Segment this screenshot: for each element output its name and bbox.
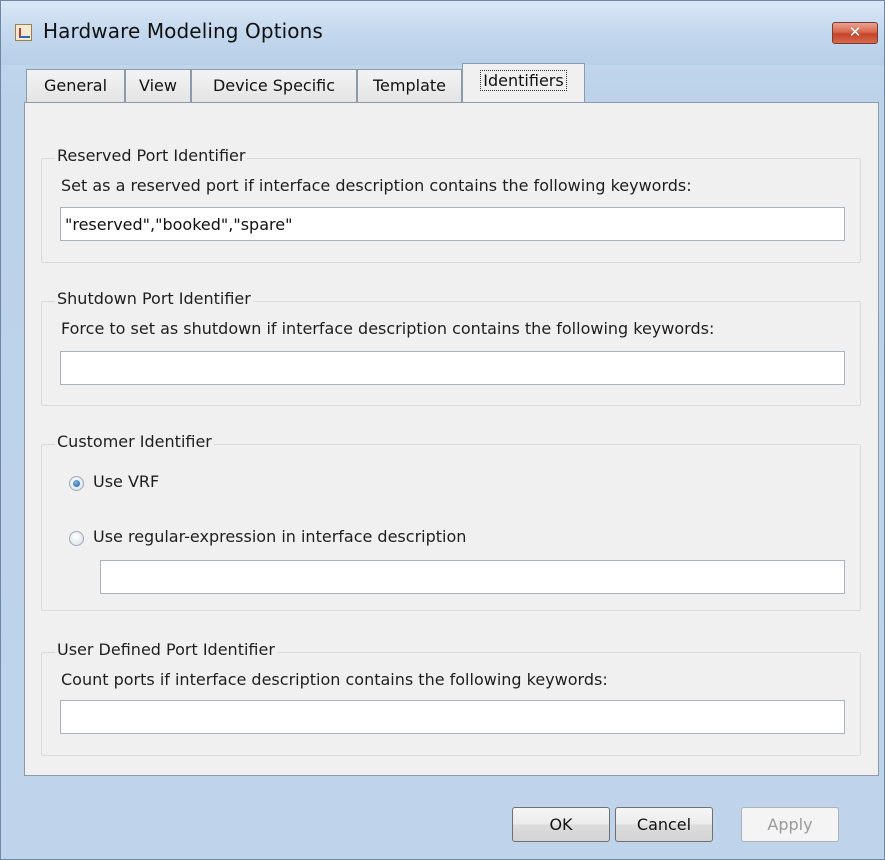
shutdown-keywords-input[interactable] xyxy=(60,351,845,385)
shutdown-port-title: Shutdown Port Identifier xyxy=(55,289,253,308)
dialog-window: Hardware Modeling Options ✕ General View… xyxy=(0,0,885,860)
use-regex-label: Use regular-expression in interface desc… xyxy=(93,527,467,546)
window-title: Hardware Modeling Options xyxy=(43,19,323,43)
use-vrf-label: Use VRF xyxy=(93,472,160,491)
tab-device-specific[interactable]: Device Specific xyxy=(191,69,357,102)
tab-identifiers[interactable]: Identifiers xyxy=(462,63,585,103)
reserved-port-group: Reserved Port Identifier Set as a reserv… xyxy=(41,146,861,263)
regex-input[interactable] xyxy=(100,560,845,594)
title-bar[interactable]: Hardware Modeling Options ✕ xyxy=(1,1,884,65)
shutdown-port-group: Shutdown Port Identifier Force to set as… xyxy=(41,289,861,406)
cancel-button[interactable]: Cancel xyxy=(615,807,713,842)
tab-general[interactable]: General xyxy=(26,69,125,102)
reserved-keywords-input[interactable] xyxy=(60,207,845,241)
customer-identifier-title: Customer Identifier xyxy=(55,432,214,451)
apply-button[interactable]: Apply xyxy=(741,807,839,842)
tab-view[interactable]: View xyxy=(125,69,191,102)
use-vrf-radio[interactable] xyxy=(69,476,84,491)
identifiers-panel: Reserved Port Identifier Set as a reserv… xyxy=(24,102,879,776)
java-app-icon xyxy=(15,24,32,41)
ok-button[interactable]: OK xyxy=(512,807,610,842)
user-defined-keywords-input[interactable] xyxy=(60,700,845,734)
use-regex-radio[interactable] xyxy=(69,531,84,546)
shutdown-port-description: Force to set as shutdown if interface de… xyxy=(61,319,715,338)
tab-template[interactable]: Template xyxy=(357,69,462,102)
user-defined-port-group: User Defined Port Identifier Count ports… xyxy=(41,640,861,756)
reserved-port-title: Reserved Port Identifier xyxy=(55,146,248,165)
reserved-port-description: Set as a reserved port if interface desc… xyxy=(61,176,692,195)
customer-identifier-group: Customer Identifier Use VRF Use regular-… xyxy=(41,432,861,611)
user-defined-port-description: Count ports if interface description con… xyxy=(61,670,608,689)
close-button[interactable]: ✕ xyxy=(832,22,878,44)
user-defined-port-title: User Defined Port Identifier xyxy=(55,640,277,659)
